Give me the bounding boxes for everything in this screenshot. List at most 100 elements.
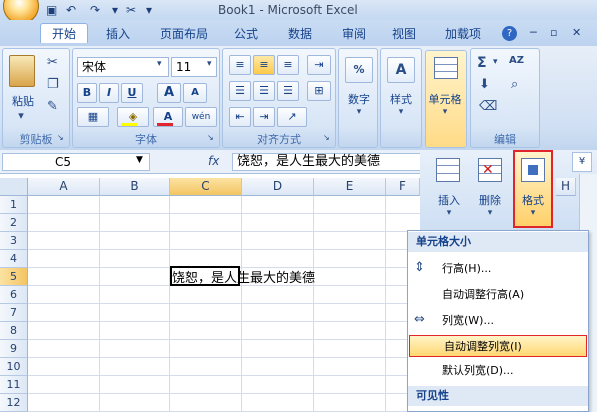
close-icon[interactable]: ✕ (572, 26, 581, 39)
column-header-c[interactable]: C (170, 178, 242, 196)
orientation-button[interactable]: ↗ (277, 107, 307, 127)
outdent-icon: ⇤ (235, 110, 245, 123)
redo-icon[interactable]: ↷ (90, 3, 100, 17)
fill-color-button[interactable]: ◈ (117, 107, 149, 127)
cut-icon[interactable]: ✂ (47, 55, 58, 70)
underline-button[interactable]: U (121, 83, 143, 103)
column-header-b[interactable]: B (100, 178, 170, 196)
dialog-launcher-icon[interactable]: ↘ (323, 133, 330, 142)
insert-cells-button[interactable]: 插入 ▾ (432, 156, 466, 224)
dialog-launcher-icon[interactable]: ↘ (57, 133, 64, 142)
chevron-down-icon[interactable]: ▾ (112, 3, 118, 17)
worksheet-grid[interactable] (0, 174, 420, 412)
font-color-button[interactable]: A (153, 107, 183, 127)
font-group-label: 字体 (135, 133, 157, 146)
shrink-font-button[interactable]: A (183, 83, 207, 103)
column-gridline (313, 196, 314, 412)
tab-formulas[interactable]: 公式 (228, 24, 264, 44)
italic-button[interactable]: I (99, 83, 119, 103)
grow-font-button[interactable]: A (157, 83, 181, 103)
alignment-group-label: 对齐方式 (257, 133, 301, 146)
chevron-down-icon: ▾ (398, 107, 404, 117)
autosum-button[interactable]: Σ (477, 55, 487, 71)
expand-formula-icon[interactable]: ¥ (572, 152, 592, 172)
dialog-launcher-icon[interactable]: ↘ (207, 133, 214, 142)
decrease-indent-button[interactable]: ⇤ (229, 107, 251, 127)
chevron-down-icon[interactable]: ▾ (146, 3, 152, 17)
format-painter-icon[interactable]: ✎ (47, 99, 58, 114)
wrap-text-button[interactable]: ⇥ (307, 55, 331, 75)
tab-view[interactable]: 视图 (386, 24, 422, 44)
styles-button[interactable]: 样式 (381, 91, 421, 107)
merge-center-button[interactable]: ⊞ (307, 81, 331, 101)
save-icon[interactable]: ▣ (46, 3, 57, 17)
row-header-1[interactable]: 1 (0, 196, 28, 214)
sort-filter-button[interactable]: AZ (509, 55, 524, 66)
tab-data[interactable]: 数据 (282, 24, 318, 44)
row-header-12[interactable]: 12 (0, 394, 28, 412)
row-header-3[interactable]: 3 (0, 232, 28, 250)
chevron-down-icon[interactable]: ▾ (6, 109, 36, 122)
row-header-9[interactable]: 9 (0, 340, 28, 358)
chevron-down-icon[interactable]: ▼ (136, 155, 143, 165)
insert-function-button[interactable]: fx (208, 154, 219, 168)
align-bottom-icon: ≡ (283, 58, 293, 71)
tab-insert[interactable]: 插入 (100, 24, 136, 44)
row-header-2[interactable]: 2 (0, 214, 28, 232)
chevron-down-icon: ▾ (530, 208, 536, 218)
align-left-button[interactable]: ☰ (229, 81, 251, 101)
clear-icon[interactable]: ⌫ (479, 99, 497, 114)
align-bottom-button[interactable]: ≡ (277, 55, 299, 75)
menu-item-column-width[interactable]: 列宽(W)... (408, 310, 588, 332)
tab-home[interactable]: 开始 (40, 23, 88, 43)
select-all-corner[interactable] (0, 178, 28, 196)
customize-icon[interactable]: ✂ (126, 3, 136, 17)
row-header-11[interactable]: 11 (0, 376, 28, 394)
row-header-6[interactable]: 6 (0, 286, 28, 304)
align-right-button[interactable]: ☰ (277, 81, 299, 101)
column-header-d[interactable]: D (242, 178, 314, 196)
borders-button[interactable]: ▦ (77, 107, 109, 127)
menu-item-row-height[interactable]: 行高(H)... (408, 258, 588, 280)
tab-review[interactable]: 审阅 (336, 24, 372, 44)
format-cells-button[interactable]: 格式 ▾ (513, 150, 553, 228)
help-icon[interactable]: ? (502, 26, 517, 41)
tab-addins[interactable]: 加载项 (438, 24, 488, 44)
bold-button[interactable]: B (77, 83, 97, 103)
minimize-icon[interactable]: ─ (530, 26, 537, 39)
column-header-f[interactable]: F (386, 178, 420, 196)
align-top-button[interactable]: ≡ (229, 55, 251, 75)
fill-down-icon[interactable]: ⬇ (479, 77, 490, 92)
align-middle-button[interactable]: ≡ (253, 55, 275, 75)
paste-button[interactable]: 粘贴 (7, 93, 39, 109)
number-button[interactable]: 数字 (339, 91, 379, 107)
column-header-a[interactable]: A (28, 178, 100, 196)
column-header-h[interactable]: H (556, 178, 576, 196)
tab-page-layout[interactable]: 页面布局 (154, 24, 214, 44)
cells-button[interactable]: 单元格 ▾ (425, 50, 467, 148)
align-left-icon: ☰ (235, 84, 245, 97)
font-name-select[interactable]: 宋体 (77, 57, 169, 77)
row-header-8[interactable]: 8 (0, 322, 28, 340)
merge-icon: ⊞ (314, 84, 324, 97)
menu-item-autofit-column[interactable]: 自动调整列宽(I) (409, 335, 587, 357)
find-icon[interactable]: ⌕ (511, 77, 518, 92)
menu-item-autofit-row[interactable]: 自动调整行高(A) (408, 284, 588, 306)
increase-indent-button[interactable]: ⇥ (253, 107, 275, 127)
menu-item-default-width[interactable]: 默认列宽(D)... (408, 360, 588, 382)
column-header-e[interactable]: E (314, 178, 386, 196)
row-gridline (28, 321, 420, 322)
copy-icon[interactable]: ❐ (47, 77, 59, 92)
row-header-10[interactable]: 10 (0, 358, 28, 376)
delete-cells-button[interactable]: ✕ 删除 ▾ (472, 156, 508, 224)
menu-header-visibility: 可见性 (408, 386, 588, 406)
restore-icon[interactable]: ▫ (550, 26, 557, 39)
row-header-4[interactable]: 4 (0, 250, 28, 268)
row-header-7[interactable]: 7 (0, 304, 28, 322)
wrap-text-icon: ⇥ (314, 58, 324, 71)
name-box[interactable]: C5 (2, 153, 150, 171)
phonetic-button[interactable]: wén (185, 107, 217, 127)
undo-icon[interactable]: ↶ (66, 3, 76, 17)
align-center-button[interactable]: ☰ (253, 81, 275, 101)
row-header-5[interactable]: 5 (0, 268, 28, 286)
